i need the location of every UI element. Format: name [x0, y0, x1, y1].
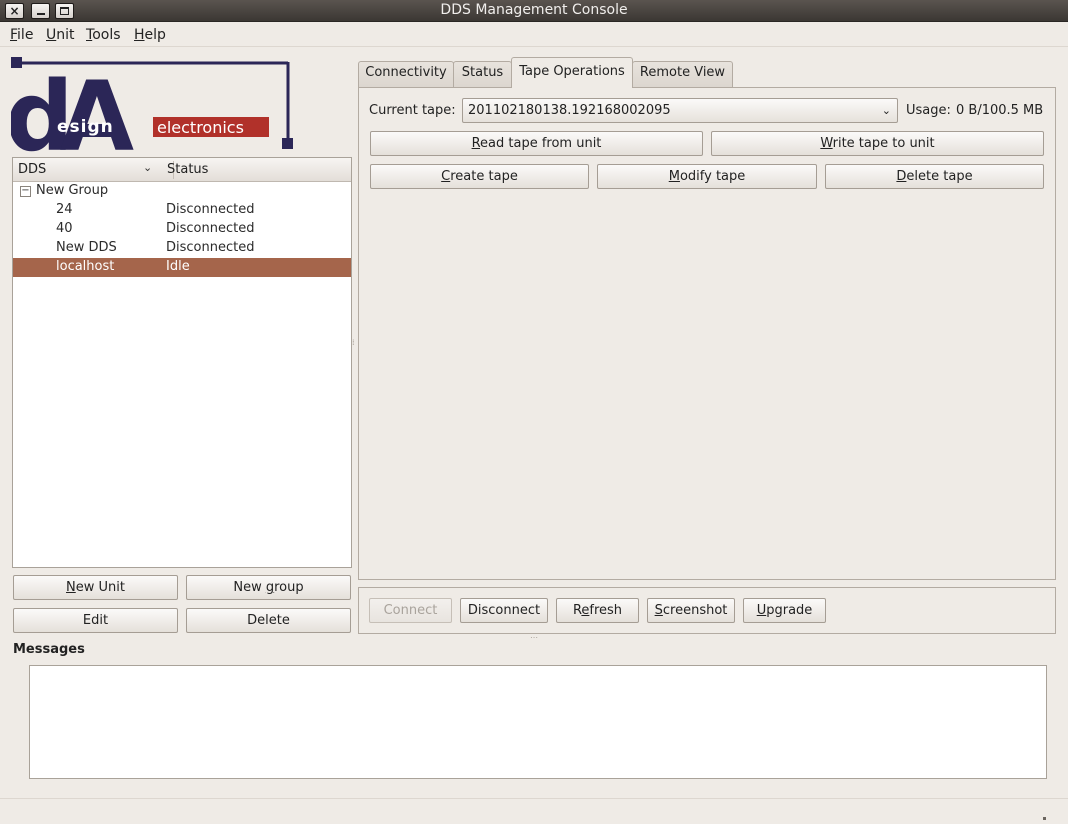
create-tape-button[interactable]: Create tape: [370, 164, 589, 189]
resize-grip-icon[interactable]: [1043, 817, 1046, 820]
write-label: rite tape to unit: [832, 136, 935, 151]
usage-label: Usage:: [906, 103, 951, 118]
title-bar: × DDS Management Console: [0, 0, 1068, 22]
unit-name: New DDS: [56, 240, 117, 255]
tab-connectivity[interactable]: Connectivity: [358, 61, 454, 87]
unit-status: Disconnected: [166, 221, 255, 236]
unit-name: 24: [56, 202, 73, 217]
refresh-label: fresh: [589, 603, 623, 618]
tree-header: DDS ⌄ Status: [13, 158, 351, 182]
tab-remote-view[interactable]: Remote View: [632, 61, 733, 87]
logo-word-electronics: electronics: [157, 118, 244, 137]
messages-label: Messages: [13, 642, 85, 657]
messages-log[interactable]: [29, 665, 1047, 779]
new-unit-mnemonic: N: [66, 580, 76, 595]
modify-tape-button[interactable]: Modify tape: [597, 164, 817, 189]
delete-mnemonic: D: [896, 169, 907, 184]
new-group-label: roup: [274, 580, 304, 595]
menu-file[interactable]: File: [10, 27, 33, 43]
column-dds[interactable]: DDS: [18, 162, 46, 177]
edit-button[interactable]: Edit: [13, 608, 178, 633]
tab-status[interactable]: Status: [453, 61, 512, 87]
modify-label: odify tape: [679, 169, 746, 184]
unit-status: Idle: [166, 259, 190, 274]
collapse-icon[interactable]: −: [20, 186, 31, 197]
menu-tools[interactable]: Tools: [86, 27, 121, 43]
menu-help[interactable]: Help: [134, 27, 166, 43]
current-tape-value: 201102180138.192168002095: [468, 103, 671, 118]
new-unit-button[interactable]: New Unit: [13, 575, 178, 600]
read-mnemonic: R: [471, 136, 481, 151]
upgrade-button[interactable]: Upgrade: [743, 598, 826, 623]
delete-button[interactable]: Delete: [186, 608, 351, 633]
new-unit-label: ew Unit: [75, 580, 125, 595]
group-label: New Group: [36, 183, 109, 198]
unit-name: 40: [56, 221, 73, 236]
tree-group-row[interactable]: − New Group: [13, 182, 351, 201]
write-mnemonic: W: [820, 136, 833, 151]
current-tape-label: Current tape:: [369, 103, 456, 118]
upgrade-label: pgrade: [766, 603, 813, 618]
refresh-button[interactable]: Refresh: [556, 598, 639, 623]
tree-row[interactable]: 40 Disconnected: [13, 220, 351, 239]
unit-status: Disconnected: [166, 240, 255, 255]
upgrade-mnemonic: U: [756, 603, 767, 618]
current-tape-select[interactable]: 201102180138.192168002095 ⌄: [462, 98, 898, 123]
write-tape-button[interactable]: Write tape to unit: [711, 131, 1044, 156]
column-status[interactable]: Status: [167, 162, 208, 177]
logo-corner-square-bottom: [282, 138, 293, 149]
status-bar: [0, 798, 1068, 824]
delete-label: elete tape: [906, 169, 973, 184]
create-label: reate tape: [450, 169, 518, 184]
chevron-down-icon: ⌄: [881, 104, 891, 117]
create-mnemonic: C: [441, 169, 451, 184]
logo-letters: dA: [11, 61, 134, 153]
tree-row[interactable]: 24 Disconnected: [13, 201, 351, 220]
vertical-splitter-grip[interactable]: ⋯: [530, 633, 538, 642]
read-tape-button[interactable]: Read tape from unit: [370, 131, 703, 156]
modify-mnemonic: M: [668, 169, 680, 184]
unit-name: localhost: [56, 259, 115, 274]
logo-word-esign: esign: [57, 117, 114, 137]
new-group-label-pre: New: [233, 580, 266, 595]
connect-button[interactable]: Connect: [369, 598, 452, 623]
new-group-button[interactable]: New group: [186, 575, 351, 600]
read-label: ead tape from unit: [480, 136, 602, 151]
delete-tape-button[interactable]: Delete tape: [825, 164, 1044, 189]
menu-unit[interactable]: Unit: [46, 27, 75, 43]
screenshot-label: creenshot: [662, 603, 728, 618]
tape-operations-panel: [358, 87, 1056, 580]
screenshot-button[interactable]: Screenshot: [647, 598, 735, 623]
usage-value: 0 B/100.5 MB: [956, 103, 1044, 118]
unit-status: Disconnected: [166, 202, 255, 217]
new-group-mnemonic: g: [265, 580, 275, 595]
menu-bar: File Unit Tools Help: [0, 23, 1068, 47]
sort-arrow-icon[interactable]: ⌄: [143, 161, 152, 174]
tree-row[interactable]: New DDS Disconnected: [13, 239, 351, 258]
unit-tree[interactable]: DDS ⌄ Status − New Group 24 Disconnected…: [12, 157, 352, 568]
tab-tape-operations[interactable]: Tape Operations: [511, 57, 633, 88]
window-title: DDS Management Console: [440, 2, 628, 18]
screenshot-mnemonic: S: [654, 603, 663, 618]
design-electronics-logo: dA esign electronics: [11, 57, 293, 153]
tree-row-selected[interactable]: localhost Idle: [13, 258, 351, 277]
pane-splitter-grip[interactable]: ⁞: [352, 338, 355, 347]
disconnect-button[interactable]: Disconnect: [460, 598, 548, 623]
